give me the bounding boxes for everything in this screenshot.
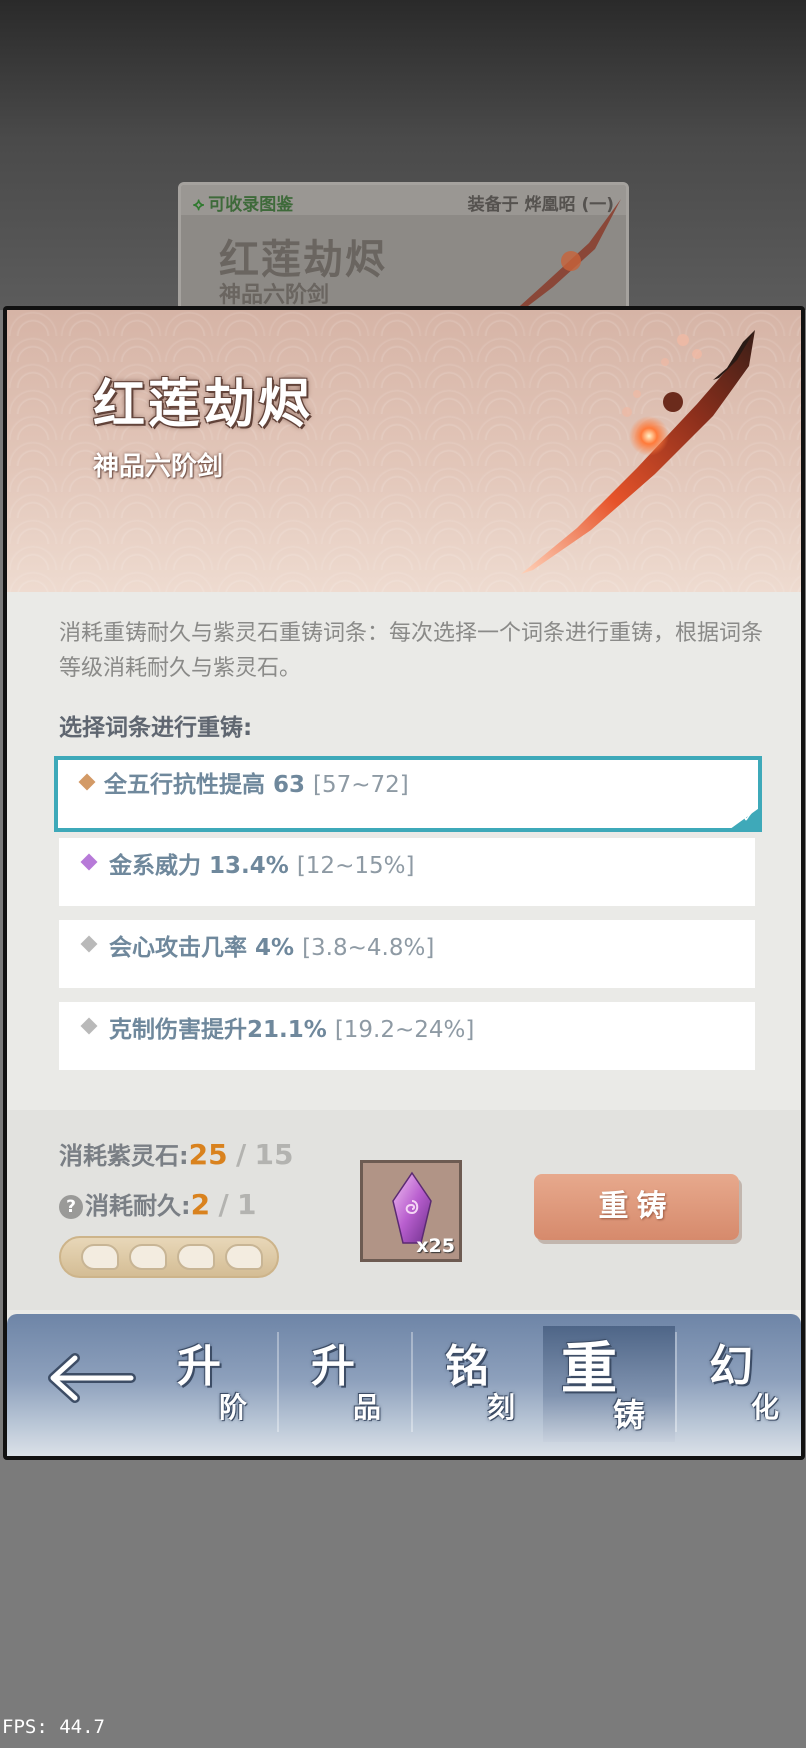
stone-count: x25 (416, 1235, 455, 1257)
tab-sub-char: 品 (353, 1391, 382, 1424)
bottom-nav: 升 阶 升 品 铭 刻 重 铸 幻 化 (7, 1314, 801, 1456)
affix-row[interactable]: 会心攻击几率 4% [3.8~4.8%] (59, 920, 755, 988)
quality-diamond-icon (80, 1017, 98, 1035)
item-header: 红莲劫烬 神品六阶剑 (7, 310, 801, 592)
separator: / (218, 1188, 229, 1221)
durability-cost-label: 消耗耐久: (85, 1192, 191, 1220)
stone-current: 25 (188, 1138, 228, 1171)
affix-text: 金系威力 13.4% [12~15%] (109, 853, 415, 879)
durability-pips (59, 1236, 279, 1278)
separator: / (235, 1138, 247, 1171)
recast-description: 消耗重铸耐久与紫灵石重铸词条：每次选择一个词条进行重铸，根据词条等级消耗耐久与紫… (59, 621, 764, 681)
durability-pip-icon (177, 1244, 215, 1270)
tab-engrave[interactable]: 铭 刻 (413, 1326, 545, 1442)
stone-cost-label: 消耗紫灵石: (59, 1142, 189, 1170)
tab-main-char: 重 (561, 1336, 617, 1402)
affix-text: 会心攻击几率 4% [3.8~4.8%] (109, 935, 435, 961)
back-arrow-icon[interactable] (41, 1348, 137, 1408)
collect-tag-label: 可收录图鉴 (208, 195, 294, 215)
background-item-card: ⟡ 可收录图鉴 装备于 烨凰昭 (一) 红莲劫烬 神品六阶剑 (178, 182, 629, 322)
durability-pip-icon (81, 1244, 119, 1270)
tab-upgrade-tier[interactable]: 升 阶 (145, 1326, 277, 1442)
quality-diamond-icon (80, 853, 98, 871)
dimmed-background-bottom (0, 1460, 806, 1748)
affix-row[interactable]: 金系威力 13.4% [12~15%] (59, 838, 755, 906)
affix-section-label: 选择词条进行重铸: (59, 715, 253, 741)
durability-required: 1 (237, 1188, 257, 1221)
tab-main-char: 铭 (445, 1341, 489, 1392)
tab-sub-char: 铸 (613, 1396, 646, 1434)
durability-pip-icon (129, 1244, 167, 1270)
tab-sub-char: 阶 (219, 1391, 248, 1424)
collect-icon: ⟡ (193, 195, 205, 215)
tab-main-char: 幻 (709, 1341, 753, 1392)
tab-main-char: 升 (311, 1341, 355, 1392)
affix-text: 克制伤害提升21.1% [19.2~24%] (109, 1017, 475, 1043)
tab-transform[interactable]: 幻 化 (677, 1326, 801, 1442)
stone-cost: 消耗紫灵石:25 / 15 (59, 1136, 294, 1171)
sword-image (521, 330, 755, 574)
collect-tag: ⟡ 可收录图鉴 (193, 190, 293, 215)
check-icon: ✓ (741, 807, 756, 827)
stone-required: 15 (254, 1138, 294, 1171)
background-card-subtitle: 神品六阶剑 (219, 283, 330, 308)
durability-cost: ? 消耗耐久:2 / 1 (59, 1186, 257, 1221)
sword-image (505, 199, 621, 319)
tab-recast[interactable]: 重 铸 (543, 1326, 675, 1442)
durability-pip-icon (225, 1244, 263, 1270)
tab-sub-char: 化 (751, 1391, 780, 1424)
affix-text: 全五行抗性提高 63 [57~72] (104, 772, 409, 798)
affix-row-selected[interactable]: 全五行抗性提高 63 [57~72] ✓ (54, 756, 762, 832)
durability-current: 2 (190, 1188, 211, 1221)
quality-diamond-icon (80, 935, 98, 953)
item-grade: 神品六阶剑 (93, 452, 224, 482)
quality-diamond-icon (78, 773, 96, 791)
fps-counter: FPS: 44.7 (2, 1716, 105, 1738)
help-icon[interactable]: ? (59, 1195, 83, 1219)
tab-main-char: 升 (177, 1341, 221, 1392)
affix-row[interactable]: 克制伤害提升21.1% [19.2~24%] (59, 1002, 755, 1070)
item-name: 红莲劫烬 (93, 374, 314, 435)
recast-panel: 红莲劫烬 神品六阶剑 消耗重铸耐久与紫灵石重铸词条：每次选择一个词条进行重铸，根… (3, 306, 805, 1460)
tab-upgrade-grade[interactable]: 升 品 (279, 1326, 411, 1442)
recast-button[interactable]: 重铸 (534, 1174, 739, 1240)
purple-stone-slot[interactable]: x25 (360, 1160, 462, 1262)
tab-sub-char: 刻 (487, 1391, 516, 1424)
